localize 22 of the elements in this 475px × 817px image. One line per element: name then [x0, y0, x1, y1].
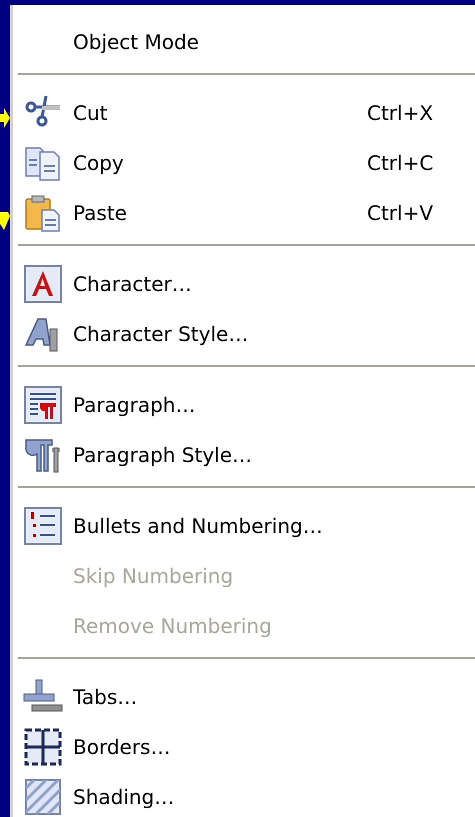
menu-item[interactable]: Borders…	[73, 735, 170, 759]
shading-icon	[24, 778, 62, 816]
borders-icon	[24, 728, 62, 766]
menu-item[interactable]: Bullets and Numbering…	[73, 514, 323, 538]
menu-item[interactable]: Character…	[73, 272, 192, 296]
menu-item[interactable]: Paragraph…	[73, 393, 196, 417]
paragraph-icon	[24, 386, 62, 424]
menu-item[interactable]: Paragraph Style…	[73, 443, 252, 467]
clipboard-icon	[24, 194, 62, 232]
letter-icon	[24, 265, 62, 303]
arrow-icon	[0, 108, 10, 128]
menu-item[interactable]: Character Style…	[73, 322, 248, 346]
menu-item[interactable]: Tabs…	[73, 685, 138, 709]
menu-item[interactable]: Shading…	[73, 785, 174, 809]
shortcut-text: Ctrl+X	[367, 101, 434, 125]
shortcut-text: Ctrl+C	[367, 151, 434, 175]
numbered-list-icon	[24, 507, 62, 545]
menu-item[interactable]: Paste	[73, 201, 127, 225]
shortcut-text: Ctrl+V	[367, 201, 434, 225]
menu-item[interactable]: Copy	[73, 151, 124, 175]
menu-item[interactable]: Object Mode	[73, 30, 199, 54]
menu-item[interactable]: Cut	[73, 101, 108, 125]
